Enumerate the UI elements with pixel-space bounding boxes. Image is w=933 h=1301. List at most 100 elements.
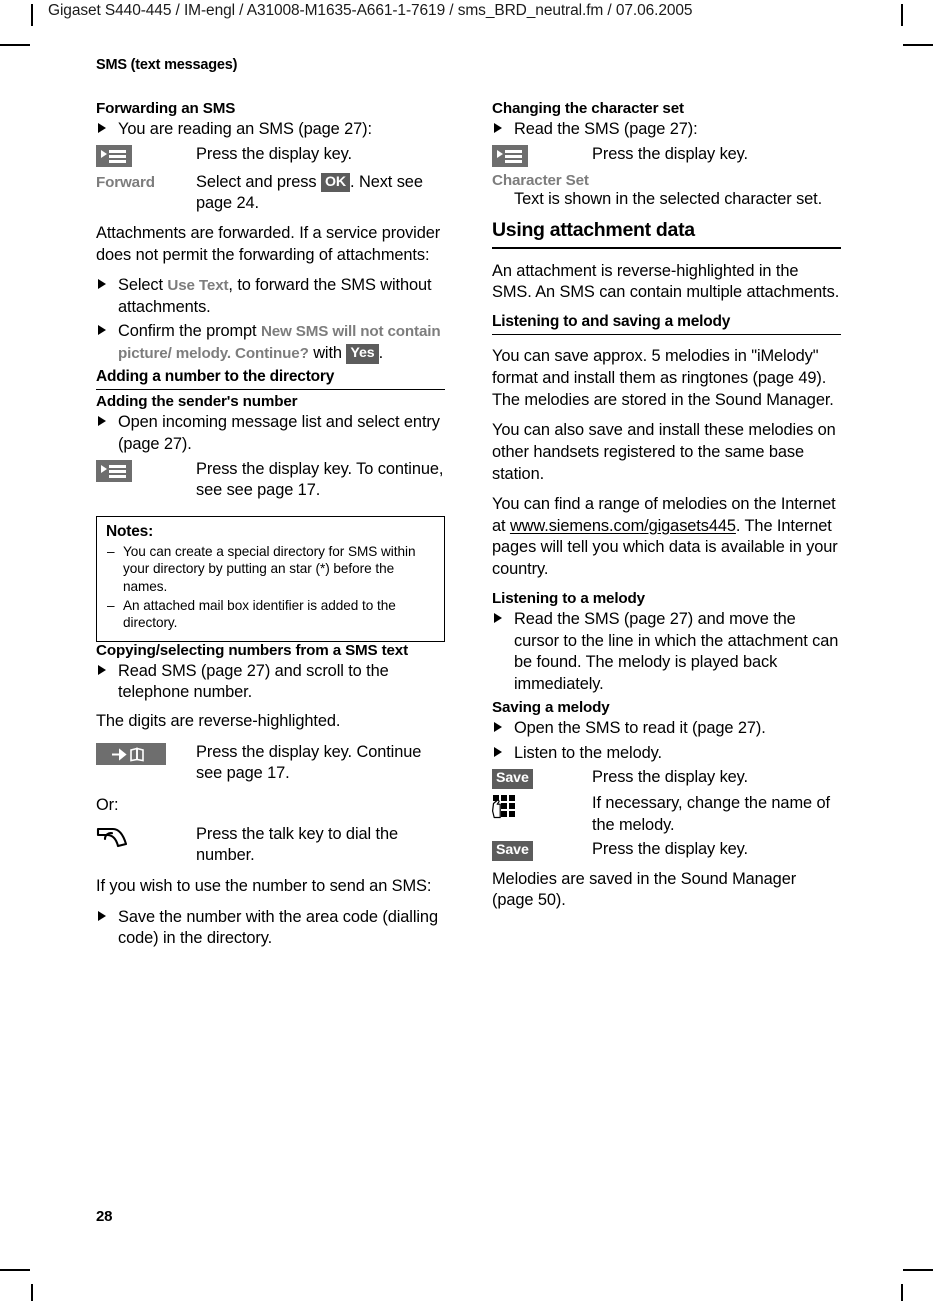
list-item-text: Open incoming message list and select en… xyxy=(118,413,440,453)
key-cell xyxy=(492,144,592,169)
dash-bullet-icon: – xyxy=(107,543,115,559)
list-item: Save the number with the area code (dial… xyxy=(96,907,445,950)
paragraph-internet-melodies: You can find a range of melodies on the … xyxy=(492,494,841,581)
list-item: Open incoming message list and select en… xyxy=(96,412,445,455)
crop-mark-top-right-horizontal xyxy=(903,44,933,46)
list-item: Listen to the melody. xyxy=(492,743,841,765)
list-item-text-part: with xyxy=(308,344,347,363)
crop-mark-top-left-horizontal xyxy=(0,44,30,46)
talk-key-icon xyxy=(96,825,130,849)
action-text-part: Select and press xyxy=(196,172,321,191)
directory-key-icon xyxy=(96,742,166,765)
note-item-text: An attached mail box identifier is added… xyxy=(123,597,396,631)
heading-changing-character-set: Changing the character set xyxy=(492,100,684,117)
key-cell xyxy=(96,144,196,169)
notes-box: Notes: – You can create a special direct… xyxy=(96,515,445,642)
keypad-icon xyxy=(492,794,522,820)
key-action-row: Save Press the display key. xyxy=(492,767,841,790)
key-action-row: If necessary, change the name of the mel… xyxy=(492,793,841,836)
list-item: You are reading an SMS (page 27): xyxy=(96,119,445,141)
list-item-text-part: Confirm the prompt xyxy=(118,322,261,341)
heading-using-attachment-data: Using attachment data xyxy=(492,219,841,249)
list-item: Read SMS (page 27) and scroll to the tel… xyxy=(96,661,445,704)
list-item: Read the SMS (page 27) and move the curs… xyxy=(492,609,841,696)
or-label: Or: xyxy=(96,796,119,815)
handset-glyph xyxy=(96,827,128,847)
chapter-label: SMS (text messages) xyxy=(96,57,238,73)
list-item-text: Read the SMS (page 27) and move the curs… xyxy=(514,610,839,693)
hand-on-keypad-glyph xyxy=(492,794,515,818)
action-description: Press the talk key to dial the number. xyxy=(196,824,398,865)
triangle-bullet-icon xyxy=(494,613,502,624)
running-head: Gigaset S440-445 / IM-engl / A31008-M163… xyxy=(48,2,693,19)
list-item: Confirm the prompt New SMS will not cont… xyxy=(96,321,445,364)
triangle-bullet-icon xyxy=(98,664,106,675)
list-item-text-part: . xyxy=(378,344,384,363)
key-action-row: Press the display key. xyxy=(96,144,445,169)
triangle-bullet-icon xyxy=(494,746,502,757)
ui-label-character-set: Character Set xyxy=(492,171,589,189)
crop-mark-bottom-right-horizontal xyxy=(903,1269,933,1271)
list-item-text: Read SMS (page 27) and scroll to the tel… xyxy=(118,661,389,702)
key-cell xyxy=(492,793,592,836)
heading-adding-a-number: Adding a number to the directory xyxy=(96,368,445,391)
action-description: Press the display key. xyxy=(592,144,749,163)
ok-badge: OK xyxy=(320,172,351,193)
paragraph-character-set-desc: Text is shown in the selected character … xyxy=(514,189,823,208)
list-item: Open the SMS to read it (page 27). xyxy=(492,718,841,740)
key-cell: Save xyxy=(492,767,592,790)
heading-saving-a-melody: Saving a melody xyxy=(492,698,610,716)
key-cell: Save xyxy=(492,839,592,862)
triangle-bullet-icon xyxy=(98,910,106,921)
key-action-row: Press the display key. To continue, see … xyxy=(96,459,445,502)
paragraph-use-number-for-sms: If you wish to use the number to send an… xyxy=(96,877,432,896)
list-item-text: Read the SMS (page 27): xyxy=(514,120,698,139)
key-action-row: Press the talk key to dial the number. xyxy=(96,824,445,867)
note-item: – You can create a special directory for… xyxy=(106,543,435,596)
action-description: Press the display key. xyxy=(592,768,749,787)
action-description: Press the display key. To continue, see … xyxy=(196,459,444,500)
list-item: Read the SMS (page 27): xyxy=(492,119,841,141)
crop-mark-top-left-vertical xyxy=(31,4,33,26)
key-cell xyxy=(96,824,196,867)
display-key-icon xyxy=(492,144,528,167)
heading-copying-selecting-numbers: Copying/selecting numbers from a SMS tex… xyxy=(96,641,409,659)
action-description: Press the display key. xyxy=(592,840,749,859)
arrow-to-directory-glyph xyxy=(112,747,144,762)
triangle-bullet-icon xyxy=(98,279,106,290)
note-item-text: You can create a special directory for S… xyxy=(123,543,416,594)
paragraph-attachments-forwarded: Attachments are forwarded. If a service … xyxy=(96,223,441,264)
triangle-bullet-icon xyxy=(98,325,106,336)
heading-forwarding-an-sms: Forwarding an SMS xyxy=(96,100,236,117)
crop-mark-bottom-left-horizontal xyxy=(0,1269,30,1271)
action-description: Press the display key. Continue see page… xyxy=(196,742,422,783)
paragraph-melodies-saved: Melodies are saved in the Sound Manager … xyxy=(492,869,797,910)
action-description: Press the display key. xyxy=(196,144,353,163)
paragraph-attachment-reverse-highlighted: An attachment is reverse-highlighted in … xyxy=(492,261,840,302)
list-item-text: You are reading an SMS (page 27): xyxy=(118,120,372,139)
page-body: Forwarding an SMS You are reading an SMS… xyxy=(96,100,841,953)
display-key-icon xyxy=(96,459,132,482)
list-item-text: Listen to the melody. xyxy=(514,743,662,762)
left-column: Forwarding an SMS You are reading an SMS… xyxy=(96,100,445,953)
ui-label-use-text: Use Text xyxy=(167,277,229,295)
siemens-website-link[interactable]: www.siemens.com/gigasets445 xyxy=(510,517,736,535)
key-action-row: Save Press the display key. xyxy=(492,839,841,862)
key-cell xyxy=(96,459,196,502)
paragraph-other-handsets: You can also save and install these melo… xyxy=(492,421,836,483)
yes-badge: Yes xyxy=(346,344,379,364)
list-item-text: Save the number with the area code (dial… xyxy=(118,907,438,948)
notes-title-text: Notes: xyxy=(106,522,154,540)
key-action-row: Forward Select and press OK. Next see pa… xyxy=(96,172,445,215)
triangle-bullet-icon xyxy=(98,123,106,134)
triangle-bullet-icon xyxy=(494,721,502,732)
page-number: 28 xyxy=(96,1208,113,1225)
soft-key-label: Forward xyxy=(96,173,155,191)
list-item-text: Open the SMS to read it (page 27). xyxy=(514,718,766,737)
paragraph-imelody-format: You can save approx. 5 melodies in "iMel… xyxy=(492,347,834,409)
list-item: Select Use Text, to forward the SMS with… xyxy=(96,275,445,318)
right-column: Changing the character set Read the SMS … xyxy=(492,100,841,953)
heading-listening-saving-melody: Listening to and saving a melody xyxy=(492,313,841,336)
action-description: If necessary, change the name of the mel… xyxy=(592,793,830,834)
crop-mark-top-right-vertical xyxy=(901,4,903,26)
